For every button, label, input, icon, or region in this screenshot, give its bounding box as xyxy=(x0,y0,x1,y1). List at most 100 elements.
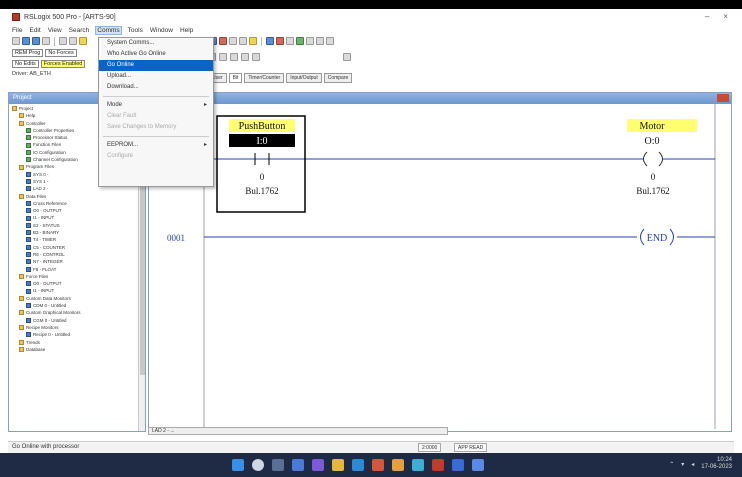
force-icon[interactable] xyxy=(276,37,284,45)
save-icon[interactable] xyxy=(32,37,40,45)
menu-item-download[interactable]: Download... xyxy=(99,82,213,93)
tree-item[interactable]: F8 - FLOAT xyxy=(9,266,139,273)
tree-item[interactable]: R6 - CONTROL xyxy=(9,251,139,258)
file-icon xyxy=(26,281,31,287)
xic-icon[interactable] xyxy=(230,53,238,61)
file-explorer-icon[interactable] xyxy=(332,459,344,471)
mode-box[interactable]: REM Prog xyxy=(12,49,44,57)
new-file-icon[interactable] xyxy=(12,37,20,45)
tree-item[interactable]: C5 - COUNTER xyxy=(9,244,139,251)
tree-item[interactable]: Database xyxy=(9,346,139,353)
app-logo-icon xyxy=(12,13,20,21)
menu-item-who-active[interactable]: Who Active Go Online xyxy=(99,49,213,60)
tree-item[interactable]: Custom Data Monitors xyxy=(9,295,139,302)
tree-item-label: I1 - INPUT xyxy=(33,215,55,221)
tab-bit[interactable]: Bit xyxy=(228,73,243,83)
cut-icon[interactable] xyxy=(59,37,67,45)
menu-edit[interactable]: Edit xyxy=(29,27,40,34)
office-icon[interactable] xyxy=(372,459,384,471)
file-tab-label[interactable]: LAD 2 - ... xyxy=(152,428,175,434)
tree-item[interactable]: Data Files xyxy=(9,193,139,200)
tree-item[interactable]: I1 - INPUT xyxy=(9,287,139,294)
tree-item[interactable]: T4 - TIMER xyxy=(9,236,139,243)
edge-icon[interactable] xyxy=(352,459,364,471)
volume-icon[interactable]: ◂ xyxy=(691,461,694,468)
folder-icon xyxy=(12,106,17,112)
folder-icon xyxy=(19,310,24,316)
tray-clock[interactable]: 10:24 17-06-2023 xyxy=(701,457,732,471)
dropdown-icon[interactable] xyxy=(326,37,334,45)
tree-item[interactable]: O0 - OUTPUT xyxy=(9,280,139,287)
tree-item[interactable]: Recipe 0 - Untitled xyxy=(9,331,139,338)
tree-item[interactable]: Cross Reference xyxy=(9,200,139,207)
menu-file[interactable]: File xyxy=(12,27,22,34)
rslogix-taskbar-icon[interactable] xyxy=(432,459,444,471)
menu-help[interactable]: Help xyxy=(180,27,193,34)
copy-icon[interactable] xyxy=(69,37,77,45)
tree-item[interactable]: Trends xyxy=(9,339,139,346)
menu-item-go-online[interactable]: Go Online xyxy=(99,60,213,71)
instruction-dropdown-icon[interactable] xyxy=(343,53,351,61)
menu-item-eeprom[interactable]: EEPROM... ▸ xyxy=(99,140,213,151)
task-view-icon[interactable] xyxy=(272,459,284,471)
help-icon[interactable] xyxy=(286,37,294,45)
chat-icon[interactable] xyxy=(312,459,324,471)
chrome-icon[interactable] xyxy=(392,459,404,471)
folder-icon xyxy=(19,113,24,119)
tree-item[interactable]: B3 - BINARY xyxy=(9,229,139,236)
edits-box[interactable]: No Edits xyxy=(12,60,39,68)
tree-item[interactable]: Custom Graphical Monitors xyxy=(9,309,139,316)
ladder-editor: PushButton I:0 0 Bul.1762 Motor O:0 0 Bu… xyxy=(148,92,732,432)
chevron-up-icon[interactable]: ⌃ xyxy=(669,461,674,468)
folder-icon xyxy=(19,339,24,345)
tree-item[interactable]: S2 - STATUS xyxy=(9,222,139,229)
horizontal-scrollbar[interactable]: LAD 2 - ... xyxy=(148,427,448,435)
tree-item[interactable]: CDM 0 - Untitled xyxy=(9,302,139,309)
menu-item-upload[interactable]: Upload... xyxy=(99,71,213,82)
minimize-icon[interactable]: – xyxy=(705,12,709,21)
tree-item[interactable]: N7 - INTEGER xyxy=(9,258,139,265)
branch-icon[interactable] xyxy=(219,53,227,61)
widgets-icon[interactable] xyxy=(292,459,304,471)
menu-tools[interactable]: Tools xyxy=(128,27,143,34)
tree-item[interactable]: I1 - INPUT xyxy=(9,214,139,221)
paste-icon[interactable] xyxy=(79,37,87,45)
verify-project-icon[interactable] xyxy=(219,37,227,45)
app-taskbar-icon[interactable] xyxy=(472,459,484,471)
close-icon[interactable]: × xyxy=(723,12,728,21)
tree-item[interactable]: O0 - OUTPUT xyxy=(9,207,139,214)
ote-icon[interactable] xyxy=(252,53,260,61)
xio-icon[interactable] xyxy=(241,53,249,61)
print-icon[interactable] xyxy=(42,37,50,45)
zoom-out-icon[interactable] xyxy=(239,37,247,45)
tab-compare[interactable]: Compare xyxy=(323,73,353,83)
tab-timer-counter[interactable]: Timer/Counter xyxy=(244,73,285,83)
zoom-in-icon[interactable] xyxy=(229,37,237,45)
find-icon[interactable] xyxy=(249,37,257,45)
tree-item[interactable]: CGM 0 - Untitled xyxy=(9,317,139,324)
arrow-left-icon[interactable] xyxy=(306,37,314,45)
tray-time: 10:24 xyxy=(716,457,732,463)
menu-view[interactable]: View xyxy=(48,27,62,34)
cross-reference-icon[interactable] xyxy=(266,37,274,45)
forces-enabled-box[interactable]: Forces Enabled xyxy=(40,60,86,68)
menu-comms[interactable]: Comms xyxy=(95,25,122,35)
ladder-title-bar xyxy=(149,93,731,104)
menu-search[interactable]: Search xyxy=(69,27,90,34)
start-icon[interactable] xyxy=(232,459,244,471)
menu-item-system-comms[interactable]: System Comms... xyxy=(99,38,213,49)
search-icon[interactable] xyxy=(252,459,264,471)
ladder-close-icon[interactable] xyxy=(717,94,729,102)
online-icon[interactable] xyxy=(296,37,304,45)
tree-item[interactable]: Force Files xyxy=(9,273,139,280)
tab-input-output[interactable]: Input/Output xyxy=(286,73,322,83)
menu-item-mode[interactable]: Mode ▸ xyxy=(99,100,213,111)
store-icon[interactable] xyxy=(412,459,424,471)
network-icon[interactable]: ▾ xyxy=(681,461,684,468)
rslinx-taskbar-icon[interactable] xyxy=(452,459,464,471)
arrow-right-icon[interactable] xyxy=(316,37,324,45)
forces-box[interactable]: No Forces xyxy=(45,49,77,57)
menu-window[interactable]: Window xyxy=(150,27,173,34)
tree-item[interactable]: Recipe Monitors xyxy=(9,324,139,331)
open-folder-icon[interactable] xyxy=(22,37,30,45)
